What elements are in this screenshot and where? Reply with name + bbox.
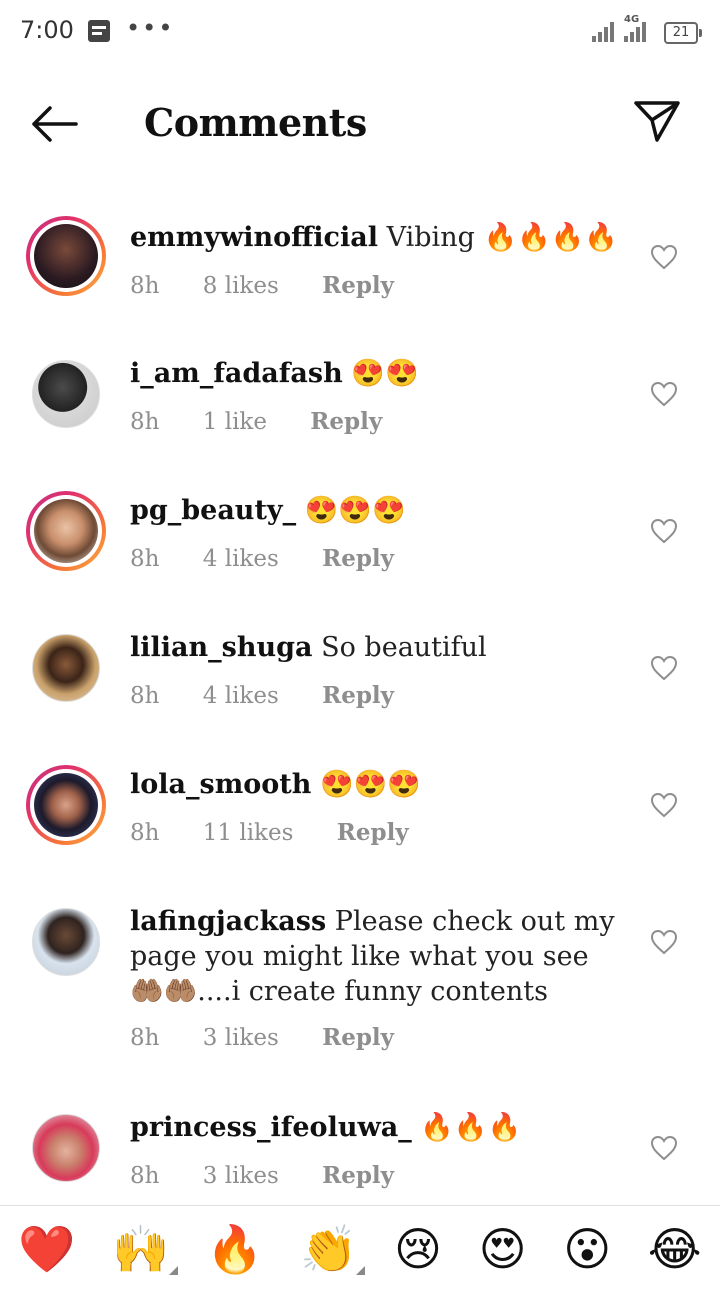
skin-tone-indicator-icon bbox=[356, 1266, 366, 1275]
comment-likes[interactable]: 3 likes bbox=[203, 1163, 279, 1189]
avatar[interactable] bbox=[26, 1108, 106, 1188]
reply-button[interactable]: Reply bbox=[322, 1162, 394, 1189]
comment-meta: 8h 4 likes Reply bbox=[130, 682, 430, 709]
comment-text: i_am_fadafash 😍😍 bbox=[130, 356, 620, 391]
comment-meta: 8h 8 likes Reply bbox=[130, 272, 430, 299]
comment-text: lafingjackass Please check out my page y… bbox=[130, 904, 620, 1009]
like-heart-icon[interactable] bbox=[650, 1135, 678, 1161]
reaction-raised-hands[interactable]: 🙌 bbox=[112, 1222, 178, 1276]
comment-meta: 8h 11 likes Reply bbox=[130, 819, 445, 846]
reaction-heart[interactable]: ❤️ bbox=[18, 1223, 75, 1275]
comment-username[interactable]: princess_ifeoluwa_ bbox=[130, 1112, 412, 1143]
reaction-clap[interactable]: 👏 bbox=[300, 1222, 366, 1276]
reply-button[interactable]: Reply bbox=[322, 272, 394, 299]
comment-username[interactable]: i_am_fadafash bbox=[130, 358, 343, 389]
comment-message: 😍😍😍 bbox=[304, 495, 406, 526]
comment-username[interactable]: lola_smooth bbox=[130, 769, 311, 800]
like-heart-icon[interactable] bbox=[650, 655, 678, 681]
avatar[interactable] bbox=[26, 765, 106, 845]
reaction-surprised[interactable]: 😮 bbox=[563, 1223, 611, 1275]
comment-time: 8h bbox=[130, 683, 160, 709]
reaction-crying[interactable]: 😢 bbox=[394, 1223, 442, 1275]
send-icon[interactable] bbox=[632, 98, 682, 144]
reply-button[interactable]: Reply bbox=[337, 819, 409, 846]
comment-likes[interactable]: 4 likes bbox=[203, 683, 279, 709]
reply-button[interactable]: Reply bbox=[322, 545, 394, 572]
comment-text: pg_beauty_ 😍😍😍 bbox=[130, 493, 620, 528]
page-title: Comments bbox=[144, 100, 367, 145]
signal-icon-2 bbox=[624, 20, 648, 42]
like-heart-icon[interactable] bbox=[650, 244, 678, 270]
comment-time: 8h bbox=[130, 1163, 160, 1189]
comment-likes[interactable]: 4 likes bbox=[203, 546, 279, 572]
skin-tone-indicator-icon bbox=[168, 1266, 178, 1275]
comment-meta: 8h 1 like Reply bbox=[130, 408, 418, 435]
reaction-heart-eyes[interactable]: 😍 bbox=[479, 1223, 527, 1275]
comment-message: 😍😍😍 bbox=[320, 769, 421, 800]
comment-meta: 8h 3 likes Reply bbox=[130, 1024, 430, 1051]
comment-time: 8h bbox=[130, 273, 160, 299]
comment-message: 🔥🔥🔥 bbox=[420, 1112, 522, 1143]
battery-icon: 21 bbox=[664, 22, 702, 44]
comment-likes[interactable]: 11 likes bbox=[203, 820, 294, 846]
reaction-laughing[interactable]: 😂 bbox=[648, 1223, 702, 1275]
signal-icon bbox=[592, 20, 616, 42]
comment-time: 8h bbox=[130, 820, 160, 846]
comment-time: 8h bbox=[130, 409, 160, 435]
reaction-fire[interactable]: 🔥 bbox=[206, 1223, 263, 1275]
comment-meta: 8h 4 likes Reply bbox=[130, 545, 430, 572]
like-heart-icon[interactable] bbox=[650, 381, 678, 407]
comment-likes[interactable]: 8 likes bbox=[203, 273, 279, 299]
comment-time: 8h bbox=[130, 1025, 160, 1051]
avatar[interactable] bbox=[26, 491, 106, 571]
comment-time: 8h bbox=[130, 546, 160, 572]
notification-icon bbox=[88, 20, 110, 42]
avatar[interactable] bbox=[26, 628, 106, 708]
more-notifications-icon: ••• bbox=[126, 14, 175, 42]
avatar[interactable] bbox=[26, 354, 106, 434]
comment-username[interactable]: lilian_shuga bbox=[130, 632, 313, 663]
comment-likes[interactable]: 3 likes bbox=[203, 1025, 279, 1051]
reply-button[interactable]: Reply bbox=[322, 1024, 394, 1051]
comment-text: lilian_shuga So beautiful bbox=[130, 630, 620, 665]
comment-username[interactable]: emmywinofficial bbox=[130, 222, 378, 253]
quick-reaction-bar: ❤️ 🙌 🔥 👏 😢 😍 😮 😂 bbox=[0, 1206, 720, 1292]
reaction-clap-glyph: 👏 bbox=[300, 1222, 358, 1276]
like-heart-icon[interactable] bbox=[650, 518, 678, 544]
comment-likes[interactable]: 1 like bbox=[203, 409, 267, 435]
like-heart-icon[interactable] bbox=[650, 929, 678, 955]
comment-message: 😍😍 bbox=[351, 358, 419, 389]
status-bar: 7:00 ••• 4G 21 bbox=[0, 0, 720, 64]
comment-text: lola_smooth 😍😍😍 bbox=[130, 767, 620, 802]
comment-username[interactable]: lafingjackass bbox=[130, 906, 326, 937]
avatar[interactable] bbox=[26, 902, 106, 982]
like-heart-icon[interactable] bbox=[650, 792, 678, 818]
reply-button[interactable]: Reply bbox=[322, 682, 394, 709]
comment-username[interactable]: pg_beauty_ bbox=[130, 495, 296, 526]
reply-button[interactable]: Reply bbox=[310, 408, 382, 435]
avatar[interactable] bbox=[26, 216, 106, 296]
comment-message: So beautiful bbox=[321, 632, 487, 663]
comment-text: princess_ifeoluwa_ 🔥🔥🔥 bbox=[130, 1110, 620, 1145]
comment-text: emmywinofficial Vibing 🔥🔥🔥🔥 bbox=[130, 220, 620, 255]
reaction-raised-hands-glyph: 🙌 bbox=[112, 1222, 170, 1276]
comment-meta: 8h 3 likes Reply bbox=[130, 1162, 430, 1189]
comment-message: Vibing 🔥🔥🔥🔥 bbox=[386, 222, 618, 253]
back-arrow-icon[interactable] bbox=[30, 100, 80, 148]
status-time: 7:00 bbox=[20, 16, 74, 44]
